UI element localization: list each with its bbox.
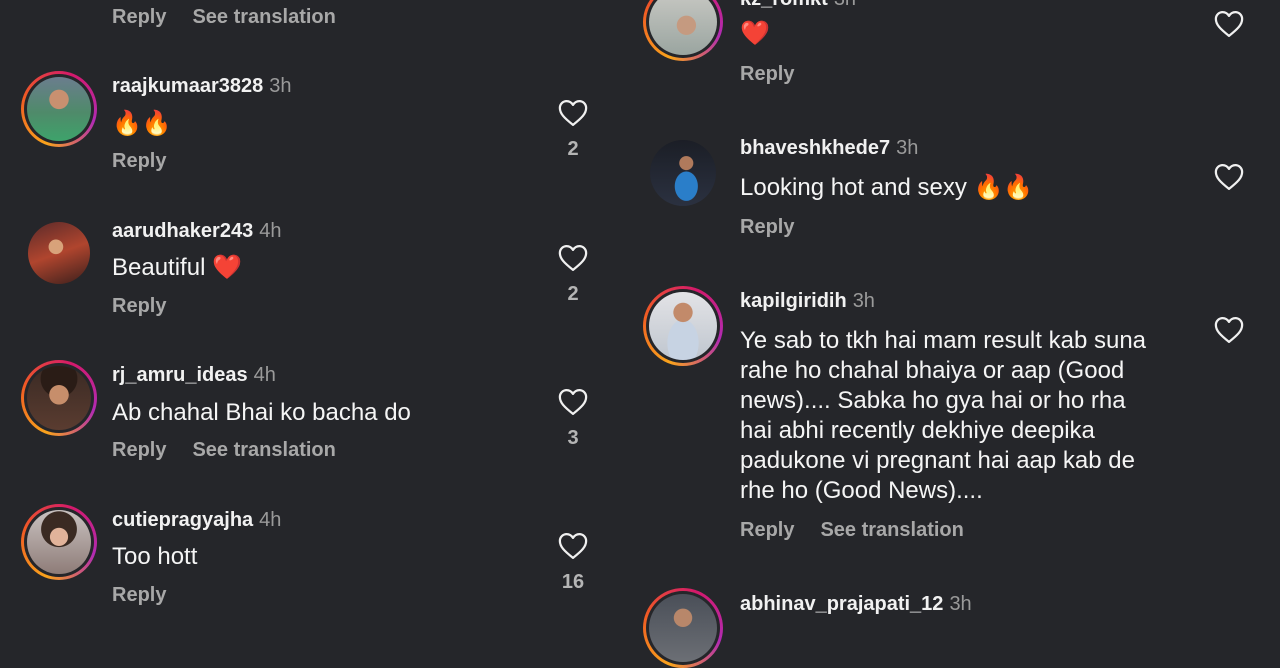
comment-time: 4h	[259, 220, 282, 242]
heart-icon[interactable]	[1214, 163, 1244, 191]
comment-text: ❤️	[740, 20, 770, 47]
reply-button[interactable]: Reply	[740, 63, 794, 85]
like-count: 2	[567, 138, 579, 160]
like-count: 16	[561, 571, 585, 593]
comment-time: 3h	[852, 290, 875, 312]
heart-icon[interactable]	[1214, 10, 1244, 38]
comment-username[interactable]: kapilgiridih 3h	[740, 290, 875, 313]
heart-icon[interactable]	[558, 532, 588, 560]
heart-icon[interactable]	[558, 99, 588, 127]
comment-text: Ye sab to tkh hai mam result kab suna ra…	[740, 327, 1147, 504]
comment-username[interactable]: abhinav_prajapati_12 3h	[740, 593, 972, 616]
reply-button[interactable]: Reply	[112, 6, 166, 28]
avatar[interactable]	[28, 222, 90, 284]
comment-actions: Reply See translation	[740, 519, 990, 542]
comment-username[interactable]: aarudhaker243 4h	[112, 220, 281, 243]
heart-icon[interactable]	[1214, 316, 1244, 344]
heart-icon[interactable]	[558, 244, 588, 272]
see-translation-button[interactable]: See translation	[820, 519, 963, 541]
avatar[interactable]	[21, 71, 97, 147]
comment-text: Beautiful ❤️	[112, 254, 242, 281]
reply-button[interactable]: Reply	[112, 439, 166, 461]
reply-button[interactable]: Reply	[740, 519, 794, 541]
comment-actions: Reply	[112, 295, 192, 318]
comment-text: Ab chahal Bhai ko bacha do	[112, 399, 411, 426]
comment-username[interactable]: cutiepragyajha 4h	[112, 509, 281, 532]
comment-time: 3h	[949, 593, 972, 615]
comment-actions: Reply	[112, 584, 192, 607]
comment-text: Looking hot and sexy 🔥🔥	[740, 174, 1034, 201]
see-translation-button[interactable]: See translation	[192, 6, 335, 28]
like-count: 3	[567, 427, 579, 449]
comment-actions: Reply	[740, 63, 820, 86]
comment-time: 3h	[269, 75, 292, 97]
avatar[interactable]	[21, 360, 97, 436]
reply-button[interactable]: Reply	[112, 295, 166, 317]
avatar[interactable]	[650, 140, 716, 206]
comment-username[interactable]: rj_amru_ideas 4h	[112, 364, 276, 387]
comment-actions: Reply	[112, 150, 192, 173]
comment-username[interactable]: kz_romkt3h	[740, 0, 856, 11]
comment-text: Too hott	[112, 543, 198, 570]
avatar[interactable]	[21, 504, 97, 580]
comment-time: 4h	[253, 364, 276, 386]
comments-column-right: kz_romkt3h ❤️ Reply bhaveshkhede73h Look…	[628, 0, 1280, 668]
comment-time: 3h	[834, 0, 856, 10]
avatar[interactable]	[643, 588, 723, 668]
reply-button[interactable]: Reply	[112, 584, 166, 606]
like-count: 2	[567, 283, 579, 305]
comment-time: 4h	[259, 509, 282, 531]
comment-username[interactable]: bhaveshkhede7 3h	[740, 137, 918, 160]
comment-username[interactable]: raajkumaar3828 3h	[112, 75, 291, 98]
reply-button[interactable]: Reply	[112, 150, 166, 172]
comments-column-left: Reply See translation raajkumaar3828 3h 🔥🔥…	[0, 0, 620, 620]
comment-time: 3h	[896, 137, 919, 159]
reply-button[interactable]: Reply	[740, 216, 794, 238]
comment-actions: Reply See translation	[112, 6, 362, 29]
comment-actions: Reply	[740, 216, 820, 239]
heart-icon[interactable]	[558, 388, 588, 416]
comment-actions: Reply See translation	[112, 439, 362, 462]
see-translation-button[interactable]: See translation	[192, 439, 335, 461]
avatar[interactable]	[643, 286, 723, 366]
avatar[interactable]	[643, 0, 723, 61]
comment-text: 🔥🔥	[112, 110, 172, 137]
